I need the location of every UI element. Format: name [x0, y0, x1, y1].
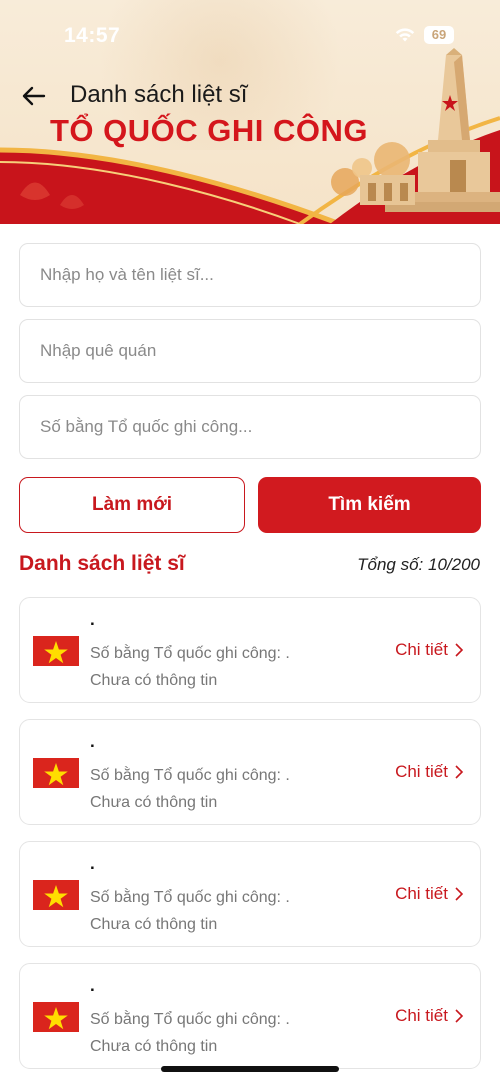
arrow-left-icon — [22, 86, 46, 106]
list-item[interactable]: . Số bằng Tổ quốc ghi công: . Chưa có th… — [19, 841, 481, 947]
list-item[interactable]: . Số bằng Tổ quốc ghi công: . Chưa có th… — [19, 597, 481, 703]
wifi-icon — [395, 28, 415, 42]
martyr-info: Chưa có thông tin — [90, 794, 218, 811]
name-field[interactable] — [19, 243, 481, 307]
certificate-number: Số bằng Tổ quốc ghi công: . — [90, 1011, 290, 1028]
martyr-info: Chưa có thông tin — [90, 1038, 218, 1055]
list-item[interactable]: . Số bằng Tổ quốc ghi công: . Chưa có th… — [19, 719, 481, 825]
detail-link[interactable]: Chi tiết — [395, 640, 464, 660]
martyr-info: Chưa có thông tin — [90, 916, 218, 933]
martyr-info: Chưa có thông tin — [90, 672, 218, 689]
martyr-name: . — [90, 854, 95, 873]
detail-link[interactable]: Chi tiết — [395, 1006, 464, 1026]
detail-label: Chi tiết — [395, 884, 448, 903]
back-button[interactable] — [18, 80, 50, 112]
page-title: Danh sách liệt sĩ — [70, 81, 248, 108]
status-time: 14:57 — [64, 24, 121, 47]
hometown-field[interactable] — [19, 319, 481, 383]
name-input[interactable] — [20, 244, 480, 306]
martyr-name: . — [90, 732, 95, 751]
hometown-input[interactable] — [20, 320, 480, 382]
list-heading: Danh sách liệt sĩ — [19, 552, 185, 575]
reset-button[interactable]: Làm mới — [19, 477, 245, 533]
status-bar: 14:57 69 — [0, 0, 500, 70]
header-banner: 14:57 69 Danh sách liệt sĩ TỔ QUỐC GHI C… — [0, 0, 500, 224]
chevron-right-icon — [455, 643, 464, 657]
chevron-right-icon — [455, 887, 464, 901]
vietnam-flag-icon — [33, 636, 79, 666]
martyr-name: . — [90, 610, 95, 629]
chevron-right-icon — [455, 1009, 464, 1023]
certificate-number: Số bằng Tổ quốc ghi công: . — [90, 889, 290, 906]
vietnam-flag-icon — [33, 758, 79, 788]
detail-label: Chi tiết — [395, 640, 448, 659]
home-indicator[interactable] — [161, 1066, 339, 1072]
vietnam-flag-icon — [33, 1002, 79, 1032]
banner-slogan: TỔ QUỐC GHI CÔNG — [50, 113, 368, 148]
certificate-input[interactable] — [20, 396, 480, 458]
vietnam-flag-icon — [33, 880, 79, 910]
list-item[interactable]: . Số bằng Tổ quốc ghi công: . Chưa có th… — [19, 963, 481, 1069]
martyr-name: . — [90, 976, 95, 995]
certificate-field[interactable] — [19, 395, 481, 459]
detail-link[interactable]: Chi tiết — [395, 884, 464, 904]
chevron-right-icon — [455, 765, 464, 779]
list-total-count: Tổng số: 10/200 — [357, 555, 480, 574]
battery-icon: 69 — [424, 26, 454, 44]
certificate-number: Số bằng Tổ quốc ghi công: . — [90, 645, 290, 662]
certificate-number: Số bằng Tổ quốc ghi công: . — [90, 767, 290, 784]
status-icons: 69 — [394, 26, 454, 44]
detail-link[interactable]: Chi tiết — [395, 762, 464, 782]
search-button[interactable]: Tìm kiếm — [258, 477, 481, 533]
detail-label: Chi tiết — [395, 762, 448, 781]
detail-label: Chi tiết — [395, 1006, 448, 1025]
